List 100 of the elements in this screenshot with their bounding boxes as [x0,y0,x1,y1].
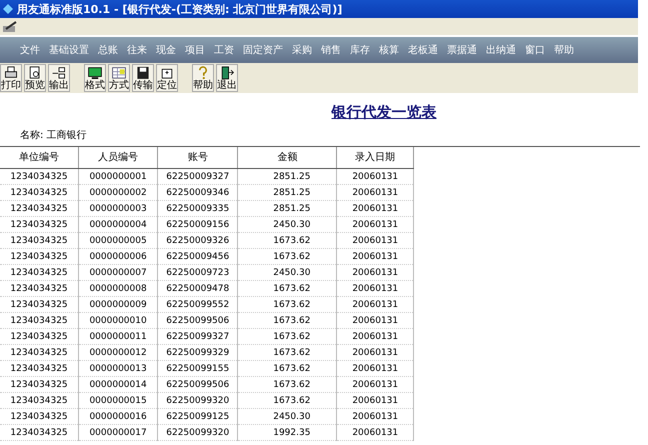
table-cell: 62250099552 [158,296,238,312]
table-cell: 2450.30 [238,408,337,424]
app-icon [2,3,14,15]
table-cell: 62250099327 [158,328,238,344]
table-cell: 2450.30 [238,264,337,280]
toolbar-button[interactable]: 帮助 [192,64,214,92]
table-cell: 0000000007 [78,264,158,280]
printer-icon [3,65,19,80]
table-cell: 0000000011 [78,328,158,344]
table-cell: 1234034325 [0,392,79,408]
table-cell: 62250009346 [158,184,238,200]
table-cell: 62250099125 [158,408,238,424]
table-cell: 62250009327 [158,168,238,184]
table-cell: 1673.62 [238,344,337,360]
table-cell: 1673.62 [238,392,337,408]
table-cell: 0000000017 [78,424,158,440]
table-cell: 1234034325 [0,168,79,184]
table-cell: 0000000012 [78,344,158,360]
table-cell: 0000000014 [78,376,158,392]
menu-item[interactable]: 帮助 [554,43,574,57]
column-header: 金额 [238,147,337,168]
menu-item[interactable]: 出纳通 [486,43,516,57]
table-cell: 1234034325 [0,328,79,344]
table-cell: 1234034325 [0,424,79,440]
table-cell: 0000000015 [78,392,158,408]
menu-item[interactable]: 库存 [350,43,370,57]
toolbar-button[interactable]: 打印 [0,64,22,92]
table-cell: 1673.62 [238,360,337,376]
table-cell: 0000000016 [78,408,158,424]
table-cell: 1673.62 [238,248,337,264]
table-cell: 20060131 [336,296,414,312]
menu-item[interactable]: 总账 [98,43,118,57]
menu-item[interactable]: 固定资产 [243,43,283,57]
table-cell: 1234034325 [0,344,79,360]
menu-item[interactable]: 票据通 [447,43,477,57]
menu-item[interactable]: 销售 [321,43,341,57]
table-cell: 1234034325 [0,248,79,264]
table-cell: 1673.62 [238,280,337,296]
menu-item[interactable]: 窗口 [525,43,545,57]
table-cell: 62250009335 [158,200,238,216]
toolbar-button[interactable]: 预览 [24,64,46,92]
table-cell: 1673.62 [238,312,337,328]
menu-item[interactable]: 现金 [156,43,176,57]
table-cell: 2450.30 [238,216,337,232]
column-header: 人员编号 [78,147,158,168]
table-cell: 1234034325 [0,216,79,232]
table-cell: 20060131 [336,216,414,232]
table-cell: 1234034325 [0,376,79,392]
table-cell: 1673.62 [238,232,337,248]
exit-icon [219,65,235,80]
table-cell: 20060131 [336,344,414,360]
table-cell: 20060131 [336,376,414,392]
table-cell: 62250099155 [158,360,238,376]
table-cell: 62250009326 [158,232,238,248]
menu-item[interactable]: 项目 [185,43,205,57]
grid-icon [111,65,127,80]
table-cell: 20060131 [336,424,414,440]
table-cell: 1234034325 [0,184,79,200]
table-cell: 20060131 [336,184,414,200]
menu-item[interactable]: 核算 [379,43,399,57]
table-cell: 62250009456 [158,248,238,264]
toolbar-button[interactable]: 传输 [132,64,154,92]
table-cell: 0000000005 [78,232,158,248]
table-cell: 0000000010 [78,312,158,328]
toolbar-button[interactable]: 退出 [216,64,238,92]
menu-item[interactable]: 基础设置 [49,43,89,57]
table-cell: 1673.62 [238,328,337,344]
toolbar-button[interactable]: 定位 [156,64,178,92]
table-cell: 1234034325 [0,280,79,296]
table-cell: 20060131 [336,328,414,344]
menu-item[interactable]: 往来 [127,43,147,57]
pen-icon[interactable] [2,20,18,34]
table-cell: 1234034325 [0,408,79,424]
table-cell: 20060131 [336,232,414,248]
menu-item[interactable]: 文件 [20,43,40,57]
toolbar-button[interactable]: 输出 [48,64,70,92]
table-cell: 0000000006 [78,248,158,264]
bank-name: 名称: 工商银行 [20,128,88,142]
table-cell: 1673.62 [238,296,337,312]
window-title: 用友通标准版10.1 - [银行代发-(工资类别: 北京门世界有限公司)] [17,2,342,16]
table-cell: 62250009723 [158,264,238,280]
table-cell: 1234034325 [0,264,79,280]
table-cell: 0000000009 [78,296,158,312]
table-cell: 62250099329 [158,344,238,360]
table-cell: 20060131 [336,312,414,328]
toolbar-button[interactable]: 格式 [84,64,106,92]
monitor-icon [87,65,103,80]
table-cell: 1234034325 [0,360,79,376]
column-header: 录入日期 [336,147,414,168]
table-cell: 62250099506 [158,376,238,392]
table-cell: 20060131 [336,248,414,264]
menu-item[interactable]: 采购 [292,43,312,57]
menu-item[interactable]: 老板通 [408,43,438,57]
table-cell: 2851.25 [238,168,337,184]
table-cell: 0000000004 [78,216,158,232]
menu-item[interactable]: 工资 [214,43,234,57]
table-cell: 20060131 [336,280,414,296]
table-cell: 2851.25 [238,200,337,216]
toolbar-button[interactable]: 方式 [108,64,130,92]
table-cell: 2851.25 [238,184,337,200]
